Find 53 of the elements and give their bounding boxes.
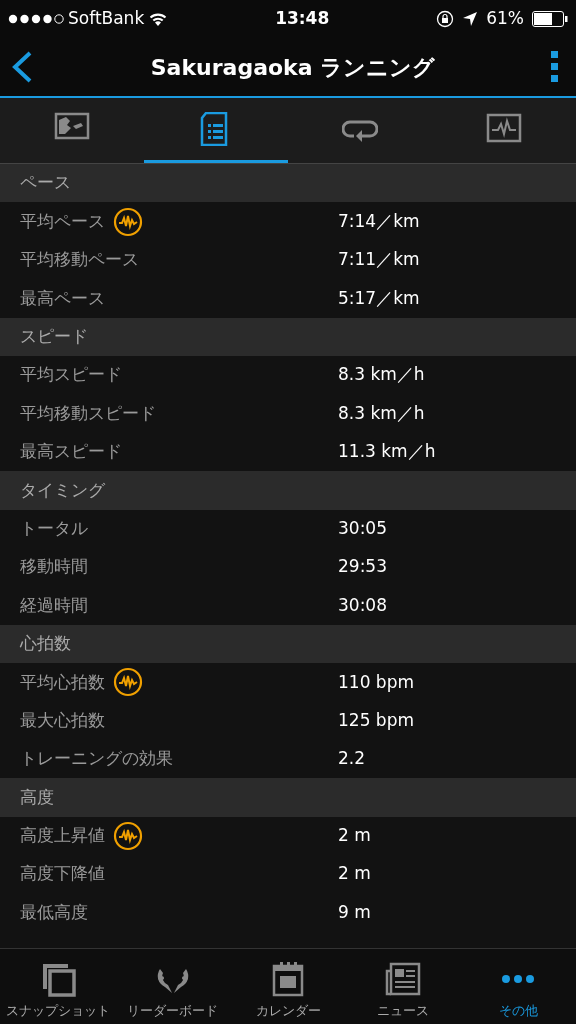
- stat-value: 8.3 km／h: [338, 363, 425, 387]
- stat-label: トレーニングの効果: [20, 747, 173, 771]
- stat-value: 125 bpm: [338, 708, 414, 732]
- stat-value: 7:14／km: [338, 209, 420, 233]
- stat-label: 最低高度: [20, 900, 88, 924]
- stat-label: 平均心拍数: [20, 670, 105, 694]
- rotation-lock-icon: [436, 10, 455, 28]
- stat-label: トータル: [20, 516, 88, 540]
- stat-label: 平均ペース: [20, 209, 105, 233]
- stat-value: 2.2: [338, 747, 366, 771]
- tab-bar-item[interactable]: その他: [460, 949, 576, 1024]
- section-header: スピード: [20, 325, 88, 348]
- section-header: 心拍数: [20, 632, 71, 656]
- stat-label: 平均スピード: [20, 363, 122, 387]
- stat-label: 高度上昇値: [20, 824, 105, 848]
- status-time: 13:48: [275, 8, 330, 29]
- stat-value: 2 m: [338, 862, 371, 886]
- location-arrow-icon: [462, 11, 479, 27]
- stat-value: 5:17／km: [338, 286, 420, 310]
- stat-label: 最高ペース: [20, 286, 105, 310]
- more-options-button[interactable]: [550, 51, 560, 83]
- section-header: 高度: [20, 785, 54, 809]
- tab-bar-item[interactable]: カレンダー: [230, 949, 346, 1024]
- signal-icon: [8, 14, 64, 24]
- stat-value: 7:11／km: [338, 248, 420, 272]
- stat-label: 移動時間: [20, 555, 88, 579]
- carrier-name: SoftBank: [68, 7, 145, 31]
- stat-label: 経過時間: [20, 593, 88, 617]
- more-dots-icon: [500, 973, 537, 984]
- stat-value: 30:05: [338, 516, 387, 540]
- stat-value: 2 m: [338, 824, 371, 848]
- wifi-icon: [148, 11, 169, 27]
- stat-value: 29:53: [338, 555, 387, 579]
- tab-bar-item[interactable]: ニュース: [345, 949, 461, 1024]
- newspaper-icon: [385, 960, 422, 997]
- stat-label: 平均移動ペース: [20, 248, 139, 272]
- stat-value: 30:08: [338, 593, 387, 617]
- tab-bar-item[interactable]: リーダーボード: [115, 949, 231, 1024]
- stat-value: 110 bpm: [338, 670, 414, 694]
- stat-label: 最高スピード: [20, 440, 122, 464]
- calendar-icon: [270, 960, 306, 997]
- stat-label: 平均移動スピード: [20, 401, 156, 425]
- section-header: ペース: [20, 171, 71, 195]
- battery-icon: [532, 11, 568, 27]
- battery-percent: 61%: [486, 7, 524, 31]
- stat-label: 最大心拍数: [20, 708, 105, 732]
- tab-bar-item[interactable]: スナップショット: [0, 949, 116, 1024]
- stat-value: 11.3 km／h: [338, 440, 436, 464]
- section-header: タイミング: [20, 478, 105, 502]
- stat-value: 9 m: [338, 900, 371, 924]
- stat-label: 高度下降値: [20, 862, 105, 886]
- screen-title: Sakuragaoka ランニング: [149, 53, 437, 82]
- stat-value: 8.3 km／h: [338, 401, 425, 425]
